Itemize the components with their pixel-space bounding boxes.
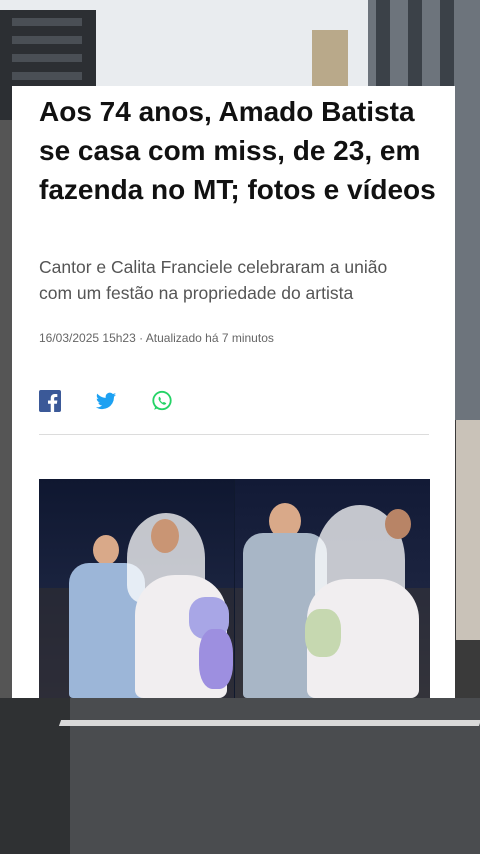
divider: [39, 434, 429, 435]
meta-separator: ·: [139, 331, 144, 345]
photo-right-kiss: [235, 479, 430, 698]
building-right-lower: [456, 420, 480, 640]
article-title: Aos 74 anos, Amado Batista se casa com m…: [39, 96, 436, 205]
share-bar: [39, 390, 173, 412]
photo-left-couple: [39, 479, 234, 698]
building-edge-left: [0, 120, 12, 700]
twitter-icon[interactable]: [95, 390, 117, 412]
article-meta: 16/03/2025 15h23 · Atualizado há 7 minut…: [39, 331, 274, 345]
building-spire: [312, 30, 348, 90]
whatsapp-icon[interactable]: [151, 390, 173, 412]
facebook-icon[interactable]: [39, 390, 61, 412]
publish-date: 16/03/2025 15h23: [39, 331, 136, 345]
updated-time: Atualizado há 7 minutos: [145, 331, 274, 345]
article-subtitle: Cantor e Calita Franciele celebraram a u…: [39, 257, 388, 303]
article-photo[interactable]: [39, 479, 430, 698]
article-card: Aos 74 anos, Amado Batista se casa com m…: [12, 86, 455, 698]
street: [0, 698, 480, 854]
